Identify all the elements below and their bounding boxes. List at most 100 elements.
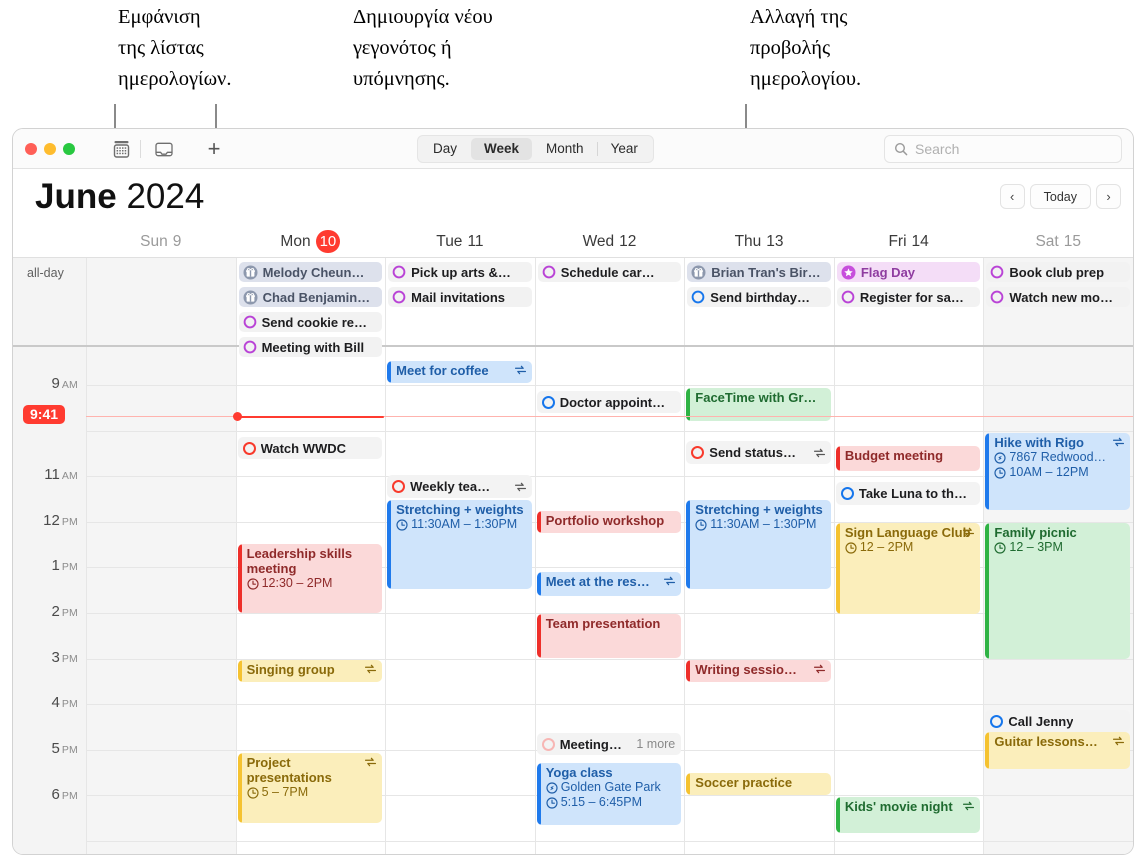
calendar-event[interactable]: Meet for coffee <box>387 361 532 383</box>
calendar-event[interactable]: Project presentations 5 – 7PM <box>237 753 383 823</box>
next-week-button[interactable]: › <box>1096 184 1121 209</box>
minimize-button[interactable] <box>44 143 56 155</box>
day-header-sat[interactable]: Sat 15 <box>983 225 1133 258</box>
all-day-event[interactable]: Send cookie re… <box>238 312 383 332</box>
all-day-event[interactable]: Book club prep <box>986 262 1130 282</box>
more-events-count[interactable]: 1 more <box>636 737 675 751</box>
calendar-event[interactable]: Watch WWDC <box>237 437 383 459</box>
calendar-event[interactable]: Doctor appoint… <box>536 391 682 413</box>
all-day-event[interactable]: Pick up arts &… <box>388 262 532 282</box>
today-button[interactable]: Today <box>1029 184 1091 209</box>
repeat-icon-wrapper <box>1112 436 1125 448</box>
view-segmented-control[interactable]: Day Week Month Year <box>417 135 654 163</box>
all-day-event[interactable]: Watch new mo… <box>986 287 1130 307</box>
all-day-section: all-day Melody Cheun… Chad Benjamin… Send … <box>13 258 1133 357</box>
hour-label-number: 1 <box>51 557 60 574</box>
event-body: Meet for coffee <box>387 361 532 380</box>
calendar-event[interactable]: Singing group <box>237 660 383 682</box>
toolbar-divider <box>140 140 141 158</box>
circle-purple-icon <box>243 315 256 329</box>
hour-label-number: 9 <box>51 375 60 392</box>
day-header-thu[interactable]: Thu 13 <box>684 225 834 258</box>
navigation-controls: ‹ Today › <box>999 184 1121 209</box>
all-day-event[interactable]: Schedule car… <box>537 262 682 282</box>
inbox-icon[interactable] <box>151 137 177 161</box>
hour-label-number: 4 <box>51 694 60 711</box>
previous-week-button[interactable]: ‹ <box>999 184 1025 209</box>
all-day-event[interactable]: Register for sa… <box>836 287 981 307</box>
event-body: Team presentation <box>537 614 682 633</box>
calendar-event[interactable]: Weekly tea… <box>387 475 532 498</box>
tab-month[interactable]: Month <box>533 138 597 160</box>
all-day-event[interactable]: Mail invitations <box>388 287 532 307</box>
calendar-event[interactable]: Yoga class Golden Gate Park 5:15 – 6:45PM <box>536 763 682 825</box>
day-header-mon[interactable]: Mon 10 <box>236 225 386 258</box>
all-day-event[interactable]: Flag Day <box>836 262 981 282</box>
event-time: 5:15 – 6:45PM <box>546 795 678 810</box>
all-day-column-sun[interactable] <box>86 258 236 345</box>
calendar-event[interactable]: Call Jenny <box>985 710 1130 732</box>
calendar-event[interactable]: Meeting… 1 more <box>536 733 682 755</box>
day-header-wed[interactable]: Wed 12 <box>535 225 685 258</box>
clock-icon <box>546 796 558 809</box>
day-header-name: Sun <box>140 232 168 250</box>
tab-week[interactable]: Week <box>471 138 533 160</box>
page-title-year: 2024 <box>126 177 205 216</box>
calendar-event[interactable]: Sign Language Club 12 – 2PM <box>835 523 981 614</box>
tab-day[interactable]: Day <box>420 138 470 160</box>
all-day-event[interactable]: Melody Cheun… <box>238 262 383 282</box>
clock-icon <box>994 541 1006 554</box>
circle-red-icon <box>691 446 705 459</box>
calendar-event[interactable]: Stretching + weights 11:30AM – 1:30PM <box>387 500 532 589</box>
calendar-event[interactable]: Writing sessio… <box>686 660 831 682</box>
circle-purple-icon <box>392 290 406 304</box>
event-color-bar <box>237 753 242 823</box>
event-color-bar <box>237 660 242 682</box>
calendar-event[interactable]: Kids' movie night <box>835 797 981 833</box>
hour-label-ampm: PM <box>61 790 78 802</box>
event-color-bar <box>686 660 691 682</box>
add-event-button[interactable]: + <box>201 137 227 161</box>
all-day-event[interactable]: Send birthday… <box>687 287 831 307</box>
day-column-sun[interactable] <box>86 347 236 854</box>
hour-gridline <box>86 385 1133 386</box>
day-header-row: Sun 9 Mon 10 Tue 11 Wed 12 Thu 13 Fri 14 Sat 15 <box>13 225 1133 258</box>
event-time: 11:30AM – 1:30PM <box>695 517 827 532</box>
repeat-icon-wrapper <box>962 526 975 538</box>
calendar-event[interactable]: Family picnic 12 – 3PM <box>985 523 1130 659</box>
day-header-fri[interactable]: Fri 14 <box>834 225 984 258</box>
calendar-event[interactable]: Portfolio workshop <box>536 511 682 533</box>
calendar-event[interactable]: Hike with Rigo 7867 Redwood… 10AM – 12PM <box>985 433 1130 510</box>
event-time: 12:30 – 2PM <box>246 576 379 591</box>
calendar-event[interactable]: Guitar lessons… <box>985 732 1130 769</box>
maximize-button[interactable] <box>63 143 75 155</box>
hour-label-number: 5 <box>51 740 60 757</box>
search-input[interactable]: Search <box>884 135 1122 163</box>
repeat-icon-wrapper <box>813 663 826 675</box>
tab-year[interactable]: Year <box>598 138 651 160</box>
calendar-list-icon[interactable] <box>109 137 133 161</box>
calendar-event[interactable]: Team presentation <box>536 614 682 658</box>
calendar-event[interactable]: Leadership skills meeting 12:30 – 2PM <box>237 544 383 613</box>
hour-label: 9 AM <box>52 375 79 392</box>
calendar-event[interactable]: Send status… <box>686 441 831 464</box>
event-time: 11:30AM – 1:30PM <box>396 517 528 532</box>
hour-label: 5 PM <box>52 740 79 757</box>
all-day-event[interactable]: Brian Tran's Bir… <box>687 262 831 282</box>
day-header-number: 11 <box>467 232 484 250</box>
hour-gridline <box>86 704 1133 705</box>
day-column-tue[interactable] <box>385 347 535 854</box>
calendar-event[interactable]: Budget meeting <box>835 446 981 471</box>
hour-label-ampm: PM <box>61 607 78 619</box>
calendar-event[interactable]: Take Luna to th… <box>835 482 981 505</box>
event-body: Writing sessio… <box>686 660 831 679</box>
calendar-event[interactable]: Meet at the res… <box>536 572 682 596</box>
day-header-sun[interactable]: Sun 9 <box>86 225 236 258</box>
window-toolbar: + Day Week Month Year Search <box>13 129 1133 169</box>
calendar-event[interactable]: Soccer practice <box>686 773 831 795</box>
all-day-event[interactable]: Chad Benjamin… <box>238 287 383 307</box>
day-header-tue[interactable]: Tue 11 <box>385 225 535 258</box>
close-button[interactable] <box>25 143 37 155</box>
repeat-icon-wrapper <box>364 756 377 768</box>
calendar-event[interactable]: Stretching + weights 11:30AM – 1:30PM <box>686 500 831 589</box>
